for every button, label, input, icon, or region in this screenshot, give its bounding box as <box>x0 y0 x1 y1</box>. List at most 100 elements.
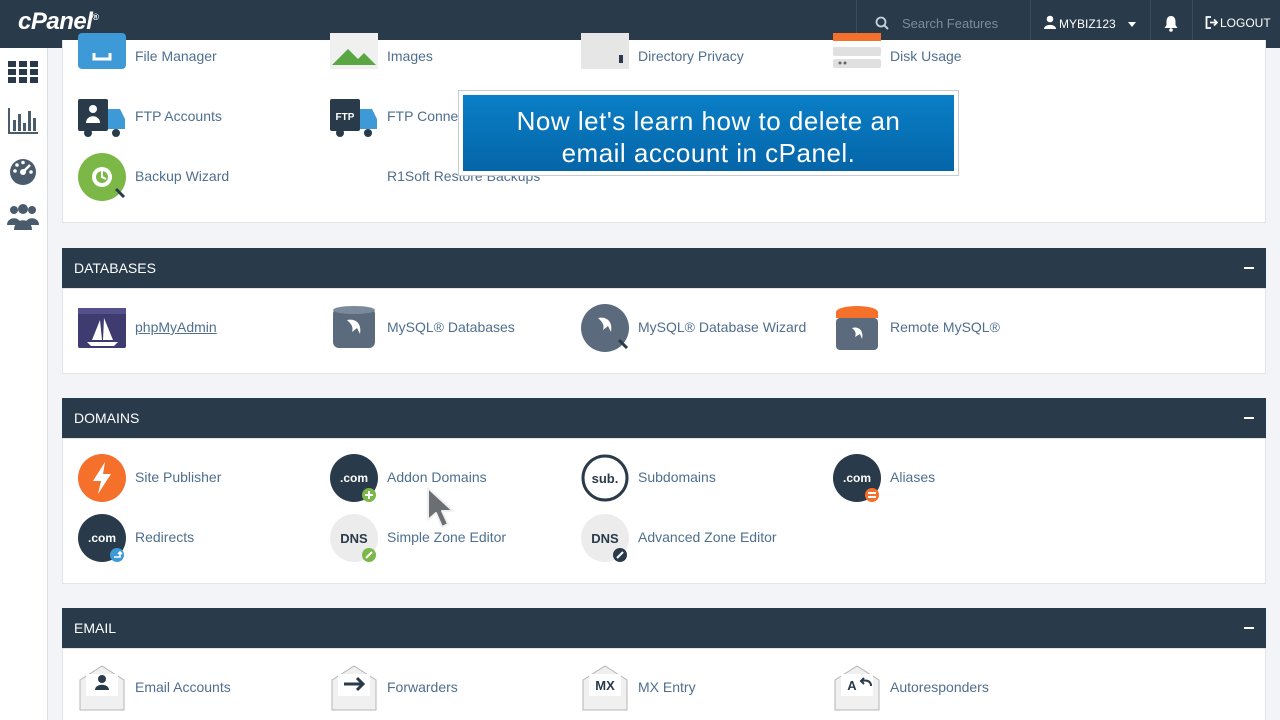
svg-text:.com: .com <box>843 471 871 485</box>
addon-domains-icon: .com <box>330 454 378 502</box>
redirects-item[interactable]: .com Redirects <box>78 513 318 563</box>
aliases-item[interactable]: .com Aliases <box>833 453 1073 503</box>
dashboard-icon[interactable] <box>6 154 40 188</box>
email-header[interactable]: EMAIL <box>62 608 1266 648</box>
advanced-zone-editor-item[interactable]: DNS Advanced Zone Editor <box>581 513 821 563</box>
images-icon <box>330 33 378 69</box>
username: MYBIZ123 <box>1059 17 1116 31</box>
site-publisher-item[interactable]: Site Publisher <box>78 453 318 503</box>
chevron-down-icon <box>1128 22 1136 27</box>
remote-mysql-label: Remote MySQL® <box>890 319 1000 335</box>
sidebar <box>0 48 48 720</box>
email-accounts-icon <box>79 665 125 711</box>
databases-title: DATABASES <box>74 260 156 276</box>
subdomains-item[interactable]: sub. Subdomains <box>581 453 821 503</box>
collapse-icon[interactable] <box>1244 267 1254 269</box>
mx-entry-label: MX Entry <box>638 679 696 695</box>
mysql-database-wizard-item[interactable]: MySQL® Database Wizard <box>581 303 821 353</box>
domains-title: DOMAINS <box>74 410 140 426</box>
remote-mysql-icon <box>836 306 878 350</box>
backup-wizard-icon <box>78 153 126 201</box>
collapse-icon[interactable] <box>1244 417 1254 419</box>
svg-text:.com: .com <box>88 531 116 545</box>
ftp-connections-label: FTP Conne <box>387 108 459 124</box>
ftp-accounts-item[interactable]: FTP Accounts <box>78 92 318 142</box>
mysql-databases-label: MySQL® Databases <box>387 319 515 335</box>
collapse-icon[interactable] <box>1244 627 1254 629</box>
logout-icon <box>1205 16 1218 29</box>
domains-panel: Site Publisher .com Addon Domains sub. S… <box>62 438 1266 584</box>
svg-text:DNS: DNS <box>591 531 619 546</box>
search-input[interactable]: Search Features <box>902 16 998 31</box>
file-manager-icon <box>78 33 126 69</box>
caption-line-2: email account in cPanel. <box>561 138 856 168</box>
ftp-accounts-label: FTP Accounts <box>135 108 222 124</box>
autoresponders-label: Autoresponders <box>890 679 989 695</box>
caption-line-1: Now let's learn how to delete an <box>516 106 901 136</box>
svg-text:.com: .com <box>340 471 368 485</box>
mysql-databases-icon <box>333 306 375 348</box>
subdomains-icon: sub. <box>581 454 629 502</box>
ftp-connections-icon: FTP <box>330 99 377 137</box>
mx-entry-icon: MX <box>582 665 628 711</box>
users-icon[interactable] <box>6 200 40 234</box>
redirects-label: Redirects <box>135 529 195 545</box>
mysql-databases-item[interactable]: MySQL® Databases <box>330 303 570 353</box>
mouse-cursor-icon <box>427 487 454 528</box>
addon-domains-label: Addon Domains <box>387 469 487 485</box>
user-icon <box>1044 15 1056 29</box>
tutorial-caption: Now let's learn how to delete an email a… <box>458 90 959 176</box>
aliases-icon: .com <box>833 454 881 502</box>
backup-wizard-item[interactable]: Backup Wizard <box>78 152 318 202</box>
forwarders-icon <box>331 665 377 711</box>
mysql-wizard-icon <box>581 304 629 352</box>
phpmyadmin-label: phpMyAdmin <box>135 319 217 335</box>
logout-label: LOGOUT <box>1220 16 1271 30</box>
aliases-label: Aliases <box>890 469 936 485</box>
svg-text:sub.: sub. <box>592 471 619 486</box>
directory-privacy-item[interactable]: Directory Privacy <box>581 32 821 82</box>
email-panel: Email Accounts Forwarders MX MX Entry A … <box>62 648 1266 720</box>
subdomains-label: Subdomains <box>638 469 716 485</box>
email-title: EMAIL <box>74 620 117 636</box>
domains-header[interactable]: DOMAINS <box>62 398 1266 438</box>
stats-icon[interactable] <box>6 104 40 138</box>
email-accounts-label: Email Accounts <box>135 679 231 695</box>
databases-panel: phpMyAdmin MySQL® Databases MySQL® Datab… <box>62 288 1266 374</box>
file-manager-label: File Manager <box>135 48 217 64</box>
directory-privacy-icon <box>581 33 629 69</box>
autoresponders-icon: A <box>834 665 880 711</box>
search-icon <box>875 16 889 30</box>
remote-mysql-item[interactable]: Remote MySQL® <box>833 303 1073 353</box>
disk-usage-item[interactable]: Disk Usage <box>833 32 1073 82</box>
redirects-icon: .com <box>78 514 126 562</box>
tutorial-caption-text: Now let's learn how to delete an email a… <box>463 95 954 171</box>
forwarders-label: Forwarders <box>387 679 458 695</box>
databases-header[interactable]: DATABASES <box>62 248 1266 288</box>
ftp-accounts-icon <box>78 99 125 137</box>
grid-icon[interactable] <box>6 55 40 89</box>
email-accounts-item[interactable]: Email Accounts <box>78 663 318 713</box>
svg-text:DNS: DNS <box>340 531 368 546</box>
svg-text:MX: MX <box>595 678 615 693</box>
mx-entry-item[interactable]: MX MX Entry <box>581 663 821 713</box>
simple-zone-editor-label: Simple Zone Editor <box>387 529 507 545</box>
svg-text:A: A <box>847 678 857 693</box>
phpmyadmin-icon <box>78 308 126 348</box>
site-publisher-icon <box>78 454 126 502</box>
forwarders-item[interactable]: Forwarders <box>330 663 570 713</box>
images-label: Images <box>387 48 433 64</box>
disk-usage-label: Disk Usage <box>890 48 962 64</box>
file-manager-item[interactable]: File Manager <box>78 32 318 82</box>
advanced-zone-editor-icon: DNS <box>581 514 629 562</box>
svg-text:FTP: FTP <box>336 112 355 123</box>
phpmyadmin-item[interactable]: phpMyAdmin <box>78 303 318 353</box>
images-item[interactable]: Images <box>330 32 570 82</box>
mysql-database-wizard-label: MySQL® Database Wizard <box>638 319 807 335</box>
bell-icon <box>1164 16 1178 32</box>
directory-privacy-label: Directory Privacy <box>638 48 744 64</box>
backup-wizard-label: Backup Wizard <box>135 168 230 184</box>
disk-usage-icon <box>833 33 881 68</box>
autoresponders-item[interactable]: A Autoresponders <box>833 663 1073 713</box>
site-publisher-label: Site Publisher <box>135 469 222 485</box>
